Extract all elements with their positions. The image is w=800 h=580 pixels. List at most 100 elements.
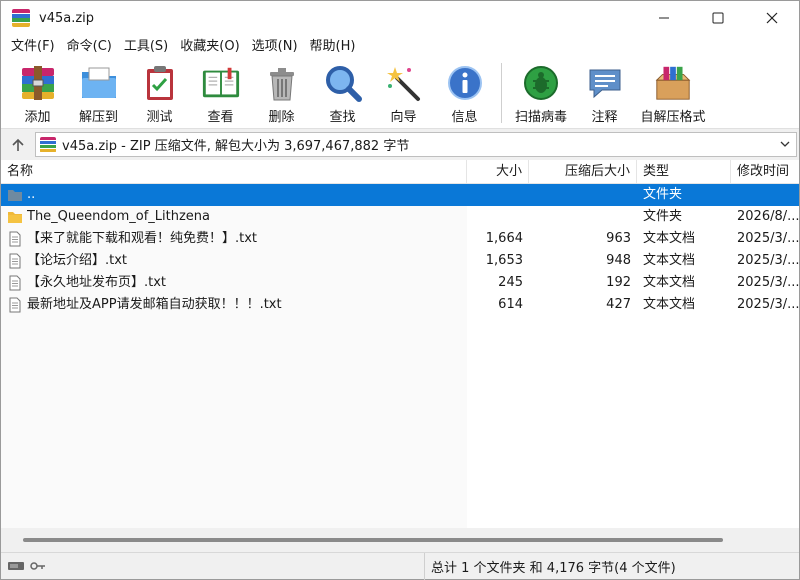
minimize-icon (659, 17, 669, 19)
find-label: 查找 (329, 110, 356, 125)
view-button[interactable]: 查看 (190, 59, 251, 127)
table-row[interactable]: 【来了就能下载和观看！纯免费！】.txt 1,664 963 文本文档 2025/3/.… (1, 228, 799, 250)
status-icons (1, 552, 425, 580)
horizontal-scrollbar[interactable] (1, 528, 799, 552)
virus-scan-icon (521, 63, 561, 103)
cell-type: 文本文档 (643, 231, 696, 246)
text-file-icon (7, 231, 23, 247)
trash-icon (262, 63, 302, 103)
wizard-label: 向导 (390, 110, 417, 125)
info-button[interactable]: 信息 (434, 59, 495, 127)
cell-modified (731, 184, 799, 206)
file-name: 最新地址及APP请发邮箱自动获取！！！.txt (27, 297, 282, 312)
table-row[interactable]: The_Queendom_of_Lithzena 文件夹 2026/8/... (1, 206, 799, 228)
cell-size (467, 184, 529, 206)
virus-scan-button[interactable]: 扫描病毒 (508, 59, 574, 127)
winrar-window: v45a.zip 文件(F) 命令(C) 工具(S) 收藏夹(O) 选项(N) … (0, 0, 800, 580)
address-bar: v45a.zip - ZIP 压缩文件, 解包大小为 3,697,467,882… (1, 130, 799, 159)
cell-size (467, 206, 529, 228)
test-label: 测试 (146, 110, 173, 125)
text-file-icon (7, 275, 23, 291)
cell-name: 【论坛介绍】.txt (1, 250, 467, 272)
arrow-up-icon (12, 138, 24, 151)
status-bar: 总计 1 个文件夹 和 4,176 字节(4 个文件) (1, 552, 799, 580)
scrollbar-thumb[interactable] (23, 538, 723, 542)
header-packed-size[interactable]: 压缩后大小 (529, 160, 637, 184)
minimize-button[interactable] (637, 1, 691, 35)
header-type[interactable]: 类型 (637, 160, 731, 184)
add-button[interactable]: 添加 (7, 59, 68, 127)
cell-modified: 2026/8/... (737, 209, 799, 224)
table-row[interactable]: 【论坛介绍】.txt 1,653 948 文本文档 2025/3/... (1, 250, 799, 272)
menu-tools[interactable]: 工具(S) (118, 35, 174, 59)
cell-name: 【永久地址发布页】.txt (1, 272, 467, 294)
path-dropdown-button[interactable] (774, 139, 796, 150)
table-row[interactable]: .. 文件夹 (1, 184, 799, 206)
path-field[interactable]: v45a.zip - ZIP 压缩文件, 解包大小为 3,697,467,882… (35, 132, 797, 157)
table-row[interactable]: 【永久地址发布页】.txt 245 192 文本文档 2025/3/... (1, 272, 799, 294)
toolbar: 添加 解压到 测试 查看 删除 查找 向导 信息 扫描病毒 注释 自解压格式 (1, 59, 799, 129)
header-size[interactable]: 大小 (467, 160, 529, 184)
cell-size: 1,664 (485, 231, 523, 246)
menu-help[interactable]: 帮助(H) (304, 35, 362, 59)
path-text: v45a.zip - ZIP 压缩文件, 解包大小为 3,697,467,882… (62, 139, 410, 154)
cell-size: 614 (498, 297, 523, 312)
chevron-down-icon (780, 141, 790, 147)
up-one-level-button[interactable] (1, 130, 35, 159)
file-list: 名称 大小 压缩后大小 类型 修改时间 ^ .. 文件夹 The_Queendom_… (1, 160, 799, 528)
info-icon (445, 63, 485, 103)
extract-folder-icon (79, 63, 119, 103)
table-row[interactable]: 最新地址及APP请发邮箱自动获取！！！.txt 614 427 文本文档 2025/3/… (1, 294, 799, 316)
cell-packed-size: 948 (606, 253, 631, 268)
file-name: .. (27, 187, 36, 202)
magnifier-icon (323, 63, 363, 103)
folder-icon (7, 209, 23, 225)
test-button[interactable]: 测试 (129, 59, 190, 127)
menu-file[interactable]: 文件(F) (5, 35, 61, 59)
status-summary: 总计 1 个文件夹 和 4,176 字节(4 个文件) (431, 560, 676, 576)
key-icon (30, 562, 45, 570)
virus-scan-label: 扫描病毒 (514, 110, 567, 125)
drive-icon (8, 562, 24, 570)
close-button[interactable] (745, 1, 799, 35)
find-button[interactable]: 查找 (312, 59, 373, 127)
add-label: 添加 (24, 110, 51, 125)
window-title: v45a.zip (39, 10, 95, 26)
menu-commands[interactable]: 命令(C) (61, 35, 118, 59)
cell-type: 文件夹 (643, 187, 683, 202)
menu-favorites[interactable]: 收藏夹(O) (174, 35, 245, 59)
cell-type: 文本文档 (643, 297, 696, 312)
cell-modified: 2025/3/... (737, 231, 799, 246)
cell-name: .. (1, 184, 467, 206)
cell-packed-size: 427 (606, 297, 631, 312)
window-controls (637, 1, 799, 35)
cell-type: 文本文档 (643, 253, 696, 268)
sfx-button[interactable]: 自解压格式 (635, 59, 711, 127)
title-bar: v45a.zip (1, 1, 799, 35)
close-icon (766, 12, 778, 24)
sfx-label: 自解压格式 (640, 110, 706, 125)
cell-name: 【来了就能下载和观看！纯免费！】.txt (1, 228, 467, 250)
cell-name: 最新地址及APP请发邮箱自动获取！！！.txt (1, 294, 467, 316)
menu-bar: 文件(F) 命令(C) 工具(S) 收藏夹(O) 选项(N) 帮助(H) (1, 35, 799, 59)
menu-options[interactable]: 选项(N) (246, 35, 304, 59)
cell-modified: 2025/3/... (737, 253, 799, 268)
file-name: 【永久地址发布页】.txt (27, 275, 167, 290)
wizard-button[interactable]: 向导 (373, 59, 434, 127)
file-name: 【来了就能下载和观看！纯免费！】.txt (27, 231, 258, 246)
cell-packed-size (529, 184, 637, 206)
archive-icon (40, 136, 56, 153)
file-name: The_Queendom_of_Lithzena (27, 209, 211, 224)
delete-button[interactable]: 删除 (251, 59, 312, 127)
header-modified[interactable]: 修改时间 (731, 160, 799, 184)
cell-type: 文件夹 (643, 209, 683, 224)
maximize-button[interactable] (691, 1, 745, 35)
cell-modified: 2025/3/... (737, 297, 799, 312)
add-archive-icon (18, 63, 58, 103)
file-name: 【论坛介绍】.txt (27, 253, 128, 268)
extract-to-button[interactable]: 解压到 (68, 59, 129, 127)
list-header: 名称 大小 压缩后大小 类型 修改时间 ^ (1, 160, 799, 184)
comment-button[interactable]: 注释 (574, 59, 635, 127)
cell-size: 245 (498, 275, 523, 290)
test-clipboard-icon (140, 63, 180, 103)
